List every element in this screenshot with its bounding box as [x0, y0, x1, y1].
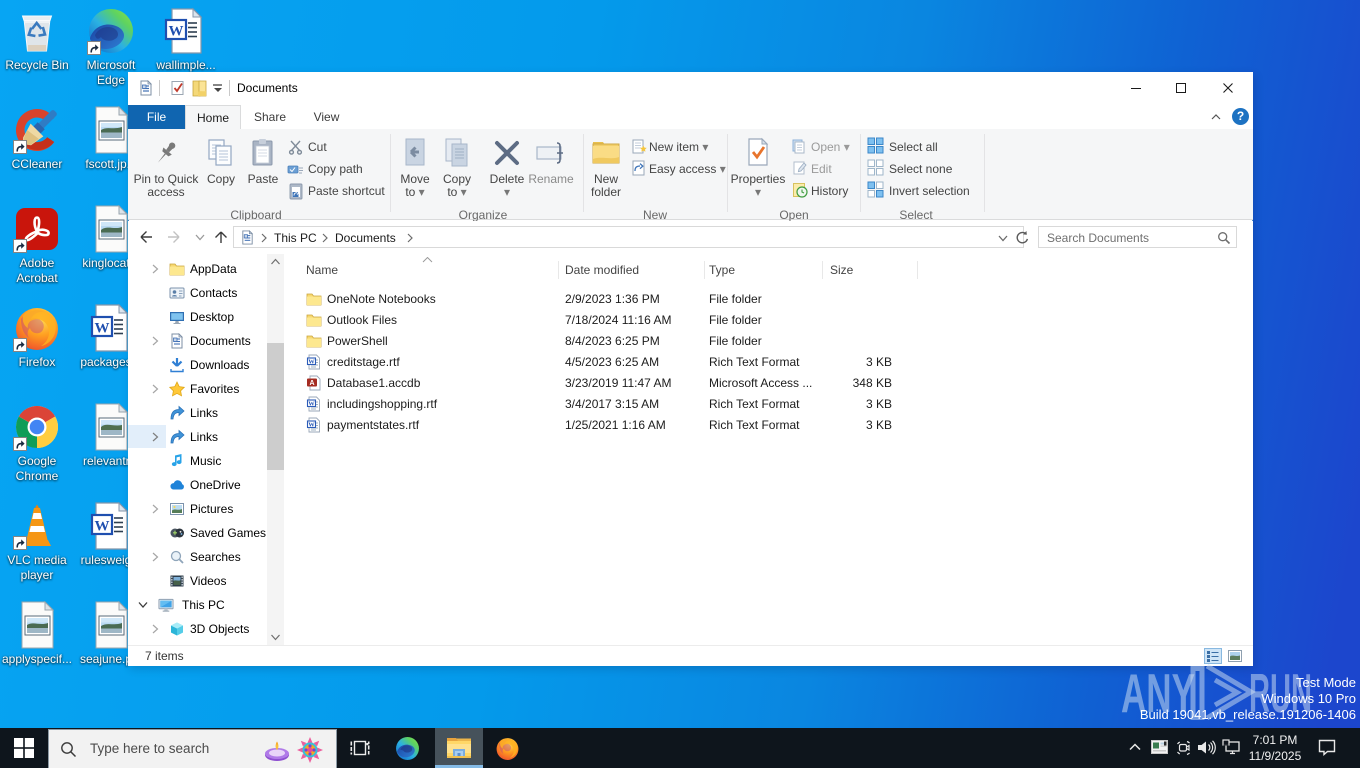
svg-text:W: W	[95, 321, 110, 337]
svg-text:A: A	[309, 380, 314, 387]
svg-text:W: W	[308, 358, 315, 365]
svg-text:W: W	[169, 24, 184, 40]
svg-text:W: W	[308, 400, 315, 407]
svg-text:W: W	[308, 421, 315, 428]
svg-text:W: W	[95, 519, 110, 535]
